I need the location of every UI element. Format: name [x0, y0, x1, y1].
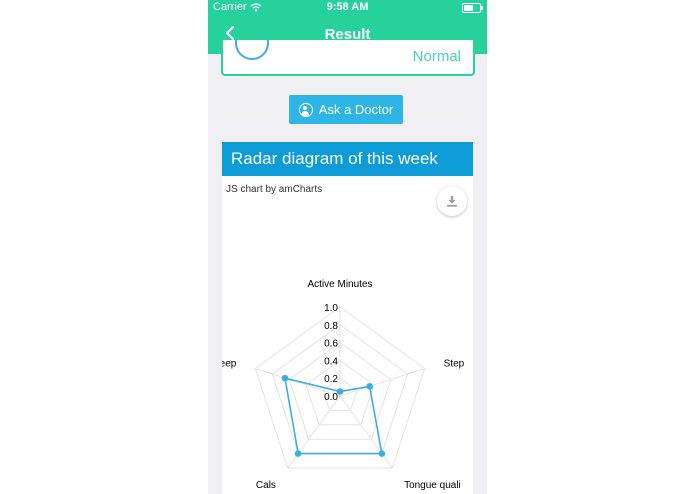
radar-axis-label: Step [444, 358, 465, 369]
radar-tick-label: 0.4 [324, 356, 338, 367]
radar-axis-label: Cals [256, 480, 276, 491]
radar-tick-label: 0.8 [324, 321, 338, 332]
radar-tick-label: 1.0 [324, 303, 338, 314]
person-icon [298, 102, 313, 117]
radar-axis-label: Active Minutes [307, 279, 372, 290]
radar-tick-label: 0.6 [324, 339, 338, 350]
radar-series-line [283, 377, 383, 455]
battery-icon [462, 3, 483, 13]
phone-screen: Carrier 9:58 AM Result Normal Ask a Doct… [208, 0, 487, 494]
radar-point [294, 450, 302, 457]
radar-point [366, 383, 373, 390]
radar-axis-label: Tongue quali [404, 480, 461, 491]
ask-doctor-button[interactable]: Ask a Doctor [289, 95, 403, 124]
radar-tick-label: 0.0 [324, 392, 338, 403]
radar-axis-line [287, 395, 341, 469]
ask-doctor-label: Ask a Doctor [318, 102, 394, 117]
radar-chart-container: JS chart by amCharts 0.0 0.2 0.4 0.6 0.8 1.0 A… [222, 176, 473, 494]
radar-chart: 0.0 0.2 0.4 0.6 0.8 1.0 Active Minutes Step Tong… [222, 279, 465, 491]
radar-section-title: Radar diagram of this week [222, 142, 473, 176]
radar-tick-label: 0.2 [324, 374, 338, 385]
radar-point [281, 374, 289, 382]
radar-axis-label: leep [222, 358, 237, 369]
radar-point [378, 450, 386, 457]
gauge-icon [235, 40, 269, 60]
radar-axis-line [339, 395, 393, 469]
radar-axis-line [339, 368, 425, 397]
result-card: Normal [221, 40, 475, 76]
result-status: Normal [412, 48, 461, 65]
status-time: 9:58 AM [326, 1, 369, 13]
radar-point [336, 388, 344, 395]
